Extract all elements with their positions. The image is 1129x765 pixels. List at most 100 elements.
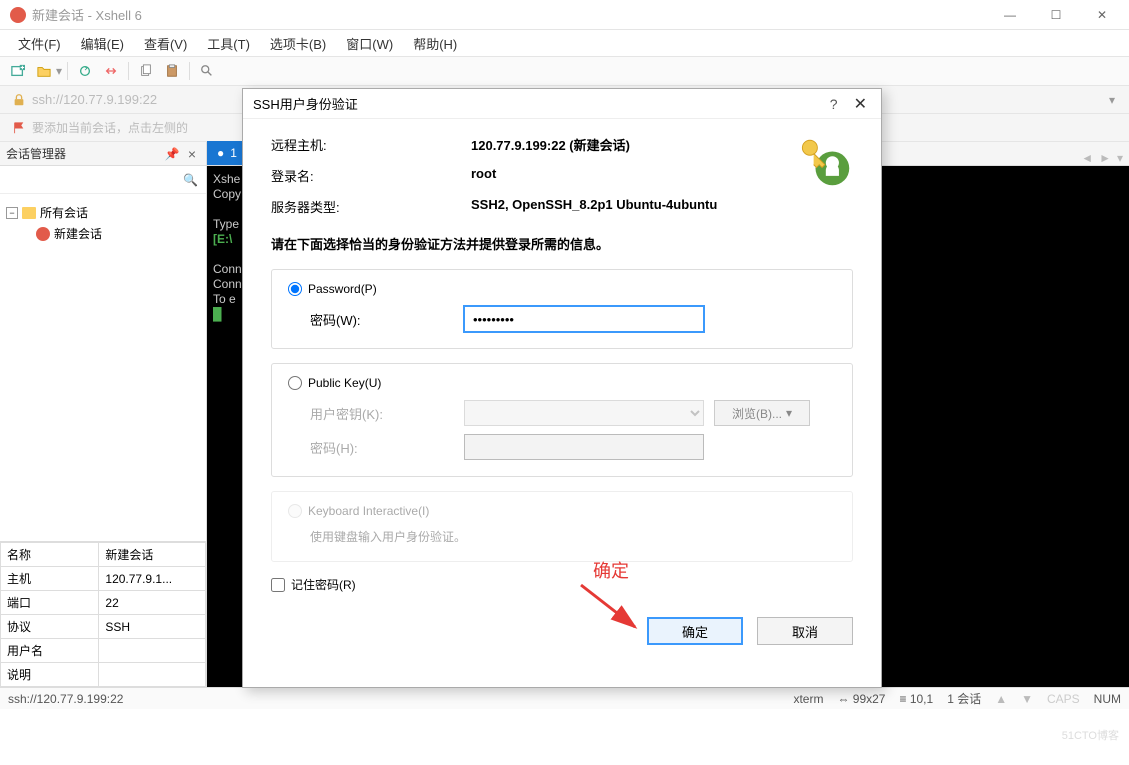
session-manager-title: 会话管理器	[6, 145, 66, 162]
table-row: 协议SSH	[1, 615, 206, 639]
session-search-row: 🔍	[0, 166, 206, 194]
userkey-label: 用户密钥(K):	[310, 404, 464, 423]
menubar: 文件(F) 编辑(E) 查看(V) 工具(T) 选项卡(B) 窗口(W) 帮助(…	[0, 30, 1129, 56]
login-value: root	[471, 166, 496, 185]
remember-label: 记住密码(R)	[291, 576, 356, 593]
prop-user-val	[99, 639, 206, 663]
annotation-text: 确定	[593, 557, 629, 583]
password-radio[interactable]	[288, 282, 302, 296]
login-label: 登录名:	[271, 166, 471, 185]
search-icon[interactable]: 🔍	[179, 173, 202, 187]
menu-edit[interactable]: 编辑(E)	[73, 30, 132, 57]
tree-session-node[interactable]: 新建会话	[6, 223, 200, 244]
toolbar: ▾	[0, 56, 1129, 86]
publickey-radio[interactable]	[288, 376, 302, 390]
password-input[interactable]	[464, 306, 704, 332]
status-sessions: 1 会话	[947, 690, 981, 707]
remote-host-label: 远程主机:	[271, 135, 471, 154]
menu-view[interactable]: 查看(V)	[136, 30, 195, 57]
tab-menu-icon[interactable]: ▾	[1117, 151, 1123, 165]
address-dropdown-icon[interactable]: ▾	[1101, 93, 1123, 107]
tree-root-node[interactable]: − 所有会话	[6, 202, 200, 223]
dialog-title: SSH用户身份验证	[253, 94, 358, 113]
session-icon	[36, 227, 50, 241]
status-num: NUM	[1094, 692, 1121, 706]
session-search-input[interactable]	[4, 169, 179, 191]
prop-port-val: 22	[99, 591, 206, 615]
flag-icon	[12, 121, 26, 135]
tabs-nav: ◄ ► ▾	[1075, 151, 1129, 165]
session-tree: − 所有会话 新建会话	[0, 194, 206, 541]
copy-icon[interactable]	[134, 59, 158, 83]
tab-session-1[interactable]: ● 1	[207, 141, 247, 165]
lock-icon	[12, 93, 26, 107]
tree-collapse-icon[interactable]: −	[6, 207, 18, 219]
open-icon[interactable]	[32, 59, 56, 83]
dialog-buttons: 确定 取消	[271, 617, 853, 645]
paste-icon[interactable]	[160, 59, 184, 83]
prop-name-val: 新建会话	[99, 543, 206, 567]
auth-password-group: Password(P) 密码(W):	[271, 269, 853, 349]
menu-tools[interactable]: 工具(T)	[199, 30, 258, 57]
pin-icon[interactable]: 📌	[161, 147, 184, 161]
menu-help[interactable]: 帮助(H)	[405, 30, 465, 57]
remember-password-row[interactable]: 记住密码(R)	[271, 576, 853, 593]
ki-description: 使用键盘输入用户身份验证。	[310, 528, 836, 545]
password-radio-label[interactable]: Password(P)	[288, 282, 836, 296]
tab-prev-icon[interactable]: ◄	[1081, 151, 1093, 165]
status-pos: ≡ 10,1	[899, 692, 933, 706]
tree-session-label: 新建会话	[54, 225, 102, 242]
prop-host-val: 120.77.9.1...	[99, 567, 206, 591]
ok-button[interactable]: 确定	[647, 617, 743, 645]
pk-password-label: 密码(H):	[310, 438, 464, 457]
prop-port-key: 端口	[1, 591, 99, 615]
ki-radio-label: Keyboard Interactive(I)	[288, 504, 836, 518]
password-field-label: 密码(W):	[310, 310, 464, 329]
minimize-button[interactable]: —	[987, 0, 1033, 30]
status-term: xterm	[793, 692, 823, 706]
reconnect-icon[interactable]	[73, 59, 97, 83]
panel-close-icon[interactable]: ×	[184, 146, 200, 162]
prop-name-key: 名称	[1, 543, 99, 567]
address-text[interactable]: ssh://120.77.9.199:22	[32, 92, 157, 107]
session-manager-panel: 会话管理器 📌 × 🔍 − 所有会话 新建会话 名称新建会话 主	[0, 142, 207, 687]
status-address: ssh://120.77.9.199:22	[8, 692, 123, 706]
dialog-close-icon[interactable]: ✕	[850, 94, 871, 114]
prop-user-key: 用户名	[1, 639, 99, 663]
prop-host-key: 主机	[1, 567, 99, 591]
window-titlebar: 新建会话 - Xshell 6 — ☐ ✕	[0, 0, 1129, 30]
tab-next-icon[interactable]: ►	[1099, 151, 1111, 165]
status-down-icon[interactable]: ▼	[1021, 692, 1033, 706]
dialog-help-icon[interactable]: ?	[818, 96, 850, 112]
tab-label: 1	[230, 146, 237, 160]
prop-proto-key: 协议	[1, 615, 99, 639]
table-row: 端口22	[1, 591, 206, 615]
dialog-body: 远程主机:120.77.9.199:22 (新建会话) 登录名:root 服务器…	[243, 119, 881, 687]
find-icon[interactable]	[195, 59, 219, 83]
folder-icon	[22, 207, 36, 219]
new-session-icon[interactable]	[6, 59, 30, 83]
dialog-instruction: 请在下面选择恰当的身份验证方法并提供登录所需的信息。	[271, 234, 853, 253]
remember-checkbox[interactable]	[271, 578, 285, 592]
cancel-button[interactable]: 取消	[757, 617, 853, 645]
status-bar: ssh://120.77.9.199:22 xterm ⇔ 99x27 ≡ 10…	[0, 687, 1129, 709]
remote-host-value: 120.77.9.199:22 (新建会话)	[471, 135, 630, 154]
auth-key-icon	[793, 129, 853, 189]
tree-root-label: 所有会话	[40, 204, 88, 221]
session-props-table: 名称新建会话 主机120.77.9.1... 端口22 协议SSH 用户名 说明	[0, 541, 206, 687]
menu-file[interactable]: 文件(F)	[10, 30, 69, 57]
disconnect-icon[interactable]	[99, 59, 123, 83]
browse-button[interactable]: 浏览(B)...▾	[714, 400, 810, 426]
userkey-select[interactable]	[464, 400, 704, 426]
publickey-radio-label[interactable]: Public Key(U)	[288, 376, 836, 390]
tip-text: 要添加当前会话，点击左侧的	[32, 119, 188, 136]
pk-password-input[interactable]	[464, 434, 704, 460]
watermark: 51CTO博客	[1062, 727, 1119, 743]
maximize-button[interactable]: ☐	[1033, 0, 1079, 30]
server-type-value: SSH2, OpenSSH_8.2p1 Ubuntu-4ubuntu	[471, 197, 717, 216]
menu-window[interactable]: 窗口(W)	[338, 30, 401, 57]
close-button[interactable]: ✕	[1079, 0, 1125, 30]
menu-tab[interactable]: 选项卡(B)	[262, 30, 334, 57]
status-up-icon[interactable]: ▲	[995, 692, 1007, 706]
dialog-titlebar: SSH用户身份验证 ? ✕	[243, 89, 881, 119]
